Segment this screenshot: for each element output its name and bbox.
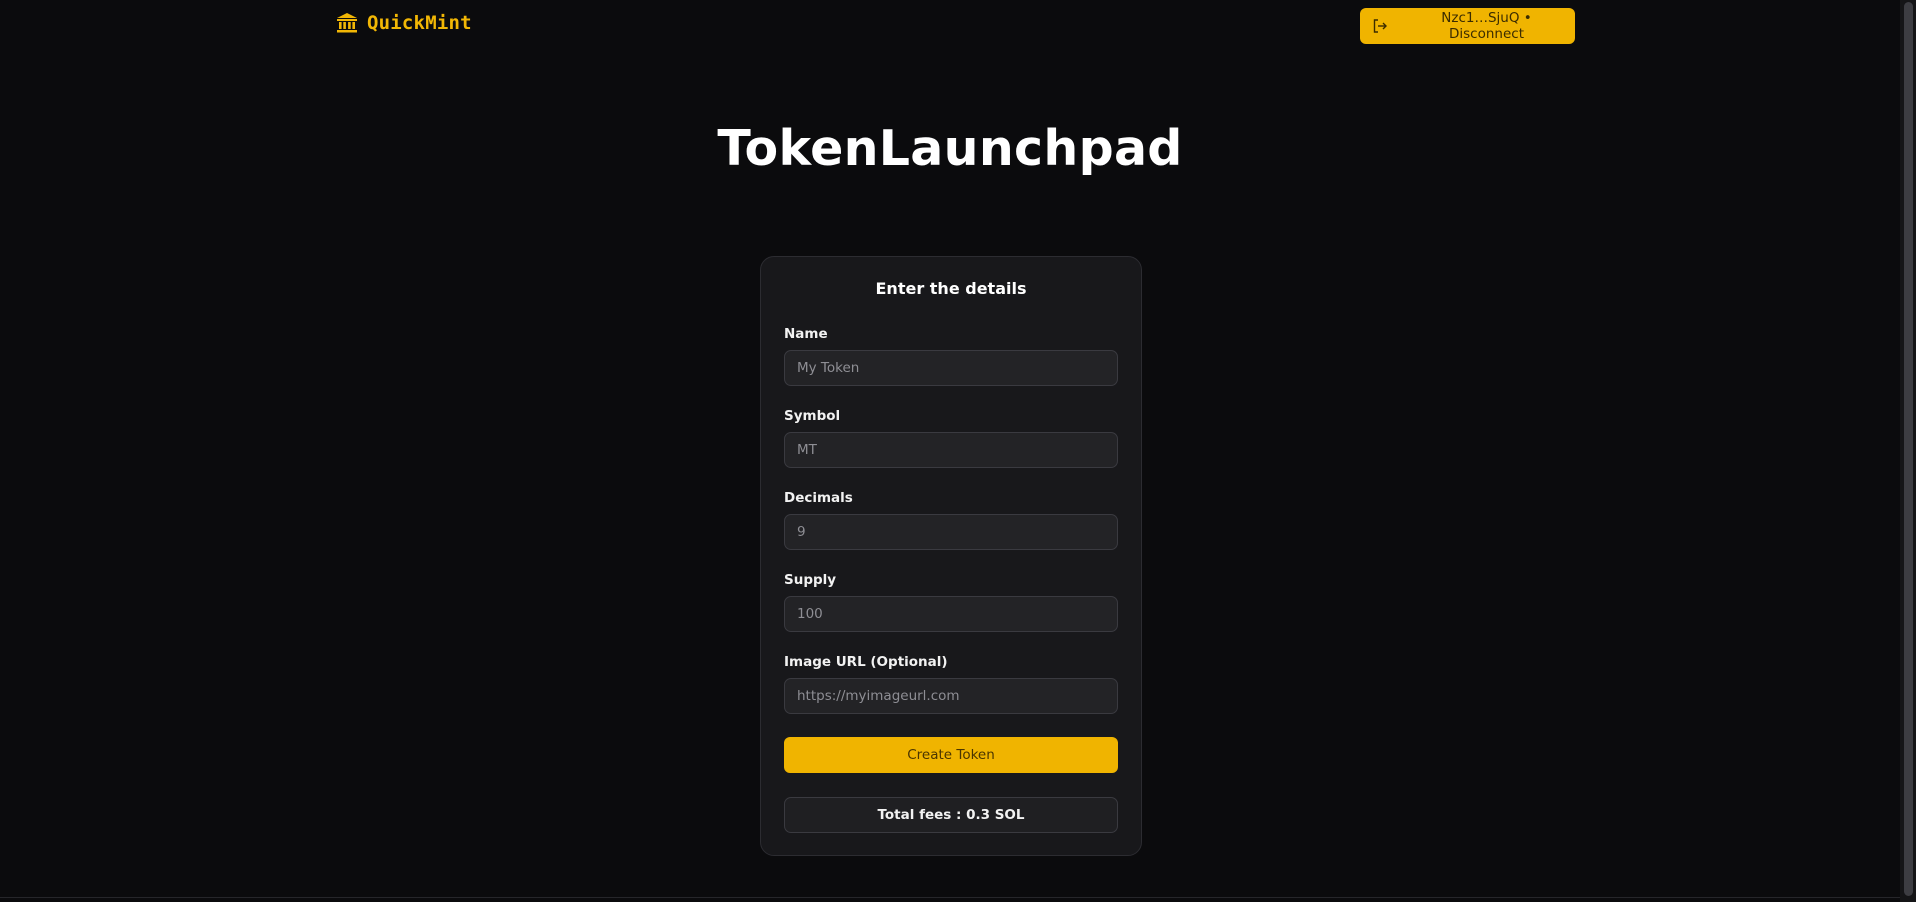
wallet-disconnect-button[interactable]: Nzc1…SjuQ • Disconnect [1360, 8, 1575, 44]
scrollbar[interactable] [1900, 0, 1916, 902]
token-form-card: Enter the details Name Symbol Decimals S… [760, 256, 1142, 856]
form-title: Enter the details [875, 279, 1027, 298]
supply-input[interactable] [784, 596, 1118, 632]
decimals-label: Decimals [784, 490, 853, 506]
page: QuickMint Nzc1…SjuQ • Disconnect TokenLa… [0, 0, 1916, 902]
divider [0, 897, 1900, 898]
supply-label: Supply [784, 572, 837, 588]
wallet-button-label: Nzc1…SjuQ • Disconnect [1441, 10, 1532, 42]
name-input[interactable] [784, 350, 1118, 386]
scrollbar-thumb[interactable] [1904, 2, 1913, 896]
image-url-label: Image URL (Optional) [784, 654, 948, 670]
symbol-input[interactable] [784, 432, 1118, 468]
total-fees: Total fees : 0.3 SOL [784, 797, 1118, 833]
brand-name: QuickMint [367, 12, 472, 34]
page-title: TokenLaunchpad [717, 120, 1183, 177]
image-url-input[interactable] [784, 678, 1118, 714]
symbol-label: Symbol [784, 408, 841, 424]
brand-logo[interactable]: QuickMint [336, 12, 472, 34]
create-token-button[interactable]: Create Token [784, 737, 1118, 773]
bank-icon [336, 12, 358, 34]
logout-icon [1372, 18, 1388, 34]
name-label: Name [784, 326, 828, 342]
decimals-input[interactable] [784, 514, 1118, 550]
